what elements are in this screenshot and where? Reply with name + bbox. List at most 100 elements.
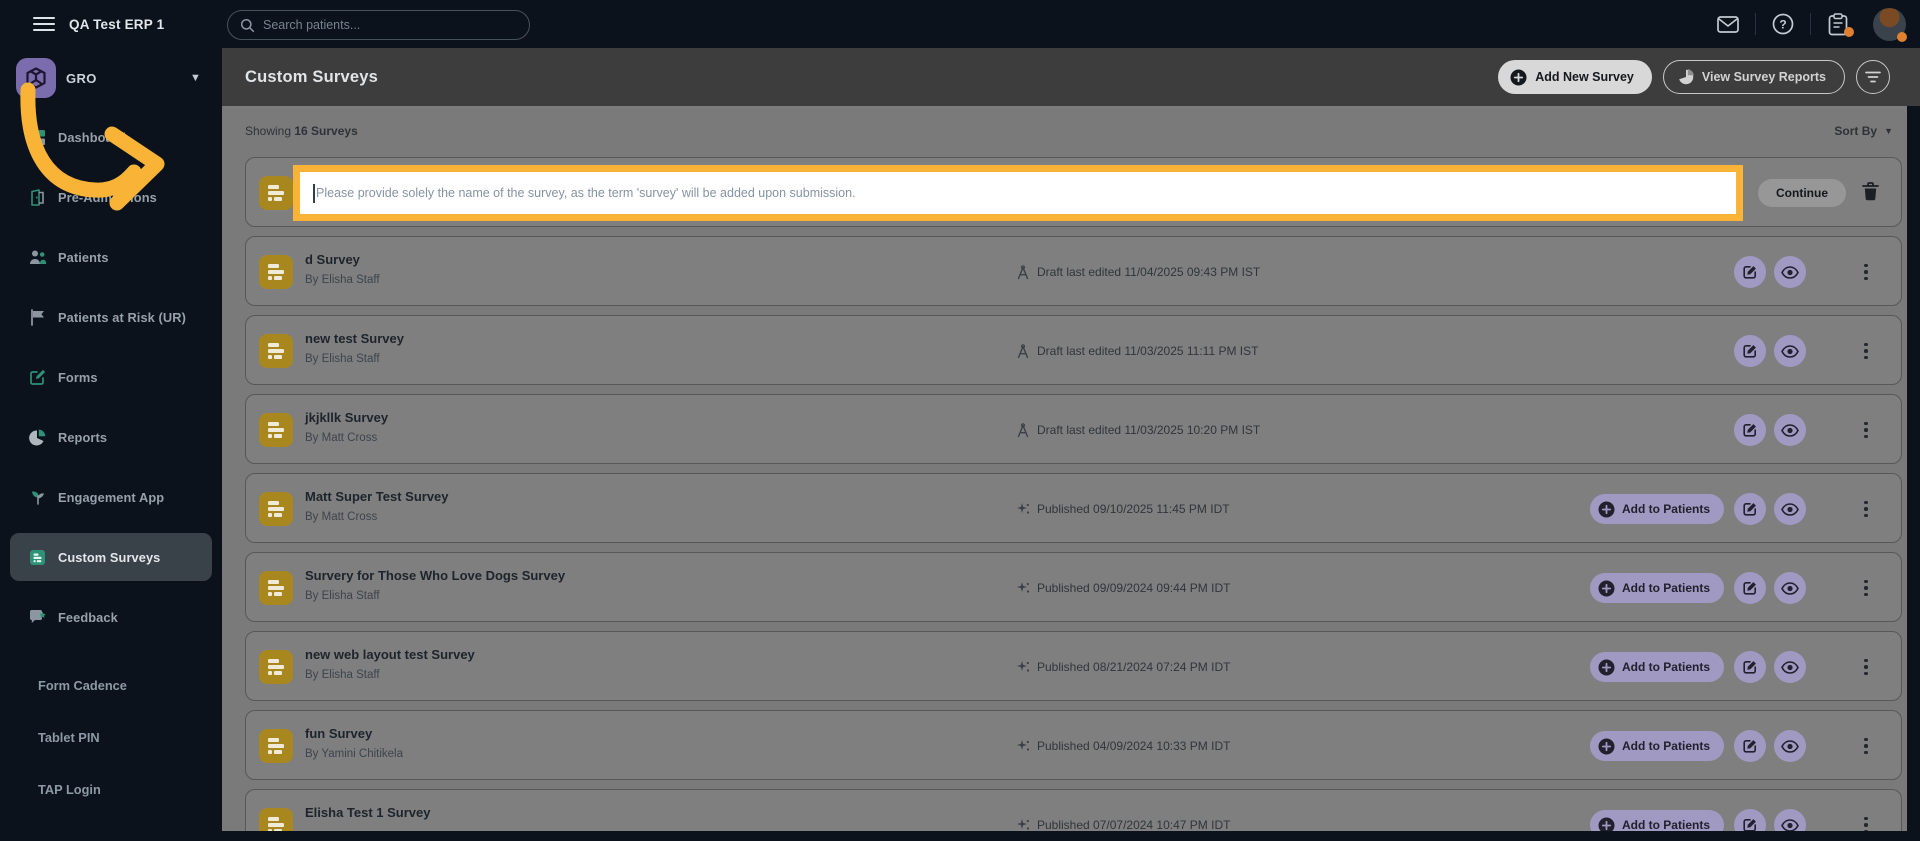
preview-button[interactable]	[1774, 335, 1806, 367]
kebab-menu-icon[interactable]	[1859, 572, 1873, 604]
search-bar[interactable]	[227, 10, 530, 40]
add-to-patients-button[interactable]: Add to Patients	[1589, 731, 1724, 761]
survey-row-list: d Survey By Elisha Staff Draft last edited…	[245, 236, 1902, 831]
survey-row: new test Survey By Elisha Staff Draft last…	[245, 315, 1902, 385]
edit-icon	[1743, 503, 1756, 516]
divider	[1755, 13, 1756, 35]
survey-title: new web layout test Survey	[305, 647, 475, 662]
survey-icon	[259, 492, 293, 526]
preview-button[interactable]	[1774, 809, 1806, 831]
workspace-logo-icon	[16, 58, 56, 98]
survey-author: By Elisha Staff	[305, 590, 380, 602]
sidebar-item-tap-login[interactable]: TAP Login	[0, 763, 222, 815]
edit-button[interactable]	[1734, 493, 1766, 525]
search-input[interactable]	[263, 18, 503, 32]
dashboard-icon	[28, 128, 47, 147]
workspace-selector[interactable]: GRO ▼	[0, 56, 222, 100]
preview-button[interactable]	[1774, 572, 1806, 604]
filter-button[interactable]	[1856, 60, 1890, 94]
edit-icon	[1743, 345, 1756, 358]
trash-icon[interactable]	[1859, 182, 1881, 204]
preview-button[interactable]	[1774, 256, 1806, 288]
sidebar-item-pre-admissions[interactable]: Pre-Admissions	[0, 167, 222, 227]
survey-row: jkjkllk Survey By Matt Cross Draft last ed…	[245, 394, 1902, 464]
chevron-down-icon: ▼	[1884, 126, 1893, 136]
sidebar-item-reports[interactable]: Reports	[0, 407, 222, 467]
add-to-patients-button[interactable]: Add to Patients	[1589, 810, 1724, 831]
add-new-survey-button[interactable]: Add New Survey	[1498, 60, 1652, 94]
plus-circle-icon	[1510, 69, 1527, 85]
eye-icon	[1781, 344, 1799, 358]
survey-status-text: Draft last edited 11/03/2025 10:20 PM IS…	[1037, 423, 1261, 437]
eye-icon	[1781, 265, 1799, 279]
custom-surveys-icon	[28, 548, 47, 567]
sort-by-dropdown[interactable]: Sort By ▼	[1834, 124, 1893, 138]
kebab-menu-icon[interactable]	[1859, 493, 1873, 525]
survey-author: By Elisha Staff	[305, 669, 380, 681]
edit-button[interactable]	[1734, 809, 1766, 831]
kebab-menu-icon[interactable]	[1859, 730, 1873, 762]
plus-circle-icon	[1598, 817, 1615, 831]
edit-icon	[1743, 424, 1756, 437]
add-to-patients-button[interactable]: Add to Patients	[1589, 494, 1724, 524]
sidebar-item-patients-at-risk-ur[interactable]: Patients at Risk (UR)	[0, 287, 222, 347]
survey-status: Published 07/07/2024 10:47 PM IDT	[1016, 790, 1230, 831]
view-survey-reports-button[interactable]: View Survey Reports	[1662, 60, 1845, 94]
continue-button[interactable]: Continue	[1758, 179, 1846, 207]
survey-title: Matt Super Test Survey	[305, 489, 449, 504]
feedback-icon	[28, 608, 47, 627]
new-survey-row: Continue	[245, 157, 1902, 227]
add-to-patients-button[interactable]: Add to Patients	[1589, 652, 1724, 682]
avatar-status-badge	[1897, 31, 1907, 42]
survey-row: new web layout test Survey By Elisha Staf…	[245, 631, 1902, 701]
sidebar-item-forms[interactable]: Forms	[0, 347, 222, 407]
menu-icon[interactable]	[33, 13, 55, 35]
sidebar-item-form-cadence[interactable]: Form Cadence	[0, 659, 222, 711]
survey-status-text: Published 09/10/2025 11:45 PM IDT	[1037, 502, 1230, 516]
sidebar-item-engagement-app[interactable]: Engagement App	[0, 467, 222, 527]
preview-button[interactable]	[1774, 414, 1806, 446]
preview-button[interactable]	[1774, 651, 1806, 683]
preview-button[interactable]	[1774, 730, 1806, 762]
help-icon[interactable]: ?	[1770, 11, 1796, 37]
kebab-menu-icon[interactable]	[1859, 335, 1873, 367]
sidebar-item-custom-surveys[interactable]: Custom Surveys	[0, 527, 222, 587]
preview-button[interactable]	[1774, 493, 1806, 525]
survey-icon	[259, 255, 293, 289]
plus-circle-icon	[1598, 738, 1615, 754]
edit-button[interactable]	[1734, 730, 1766, 762]
sidebar-item-dashboard[interactable]: Dashboard	[0, 107, 222, 167]
kebab-menu-icon[interactable]	[1859, 256, 1873, 288]
kebab-menu-icon[interactable]	[1859, 414, 1873, 446]
survey-status-text: Published 04/09/2024 10:33 PM IDT	[1037, 739, 1231, 753]
survey-row: Survery for Those Who Love Dogs Survey By…	[245, 552, 1902, 622]
eye-icon	[1781, 581, 1799, 595]
row-actions: Add to Patients	[1589, 632, 1901, 702]
row-actions: Add to Patients	[1589, 711, 1901, 781]
survey-status-text: Draft last edited 11/03/2025 11:11 PM IS…	[1037, 344, 1259, 358]
sidebar-item-tablet-pin[interactable]: Tablet PIN	[0, 711, 222, 763]
sidebar-item-label: Reports	[58, 429, 108, 445]
survey-list-panel: Showing 16 Surveys Sort By ▼ Continue d …	[222, 106, 1907, 831]
edit-button[interactable]	[1734, 414, 1766, 446]
topbar: QA Test ERP 1 ?	[0, 0, 1920, 48]
edit-button[interactable]	[1734, 572, 1766, 604]
edit-button[interactable]	[1734, 256, 1766, 288]
edit-button[interactable]	[1734, 335, 1766, 367]
sidebar-item-feedback[interactable]: Feedback	[0, 587, 222, 647]
clipboard-icon[interactable]	[1825, 11, 1854, 37]
chevron-down-icon: ▼	[190, 72, 201, 84]
add-to-patients-button[interactable]: Add to Patients	[1589, 573, 1724, 603]
forms-icon	[28, 368, 47, 387]
survey-status-text: Published 09/09/2024 09:44 PM IDT	[1037, 581, 1231, 595]
mail-icon[interactable]	[1715, 11, 1741, 37]
edit-button[interactable]	[1734, 651, 1766, 683]
survey-name-input[interactable]	[300, 172, 1736, 214]
survey-icon	[259, 413, 293, 447]
survey-status: Published 04/09/2024 10:33 PM IDT	[1016, 711, 1230, 781]
sidebar-item-label: Engagement App	[58, 489, 165, 505]
kebab-menu-icon[interactable]	[1859, 651, 1873, 683]
sidebar-item-patients[interactable]: Patients	[0, 227, 222, 287]
kebab-menu-icon[interactable]	[1859, 809, 1873, 831]
user-avatar[interactable]	[1873, 7, 1907, 42]
